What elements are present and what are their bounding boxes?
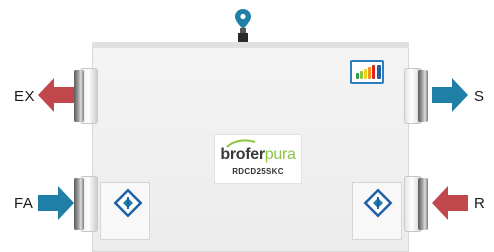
unit-top-edge (92, 42, 409, 48)
label-fa: FA (14, 195, 34, 212)
energy-label-icon (350, 60, 384, 84)
filter-icon (113, 188, 143, 218)
location-pin-icon (235, 9, 251, 29)
label-s: S (474, 88, 485, 105)
return-arrow (432, 186, 468, 220)
ex-duct-collar (74, 70, 84, 122)
brand-name-light: pura (264, 146, 296, 163)
filter-icon (363, 188, 393, 218)
fa-duct-collar (74, 178, 84, 230)
label-r: R (474, 195, 486, 212)
brand-logo: broferpura (214, 147, 302, 163)
r-duct-collar (418, 178, 428, 230)
fresh-air-arrow (38, 186, 74, 220)
supply-arrow (432, 78, 468, 112)
label-ex: EX (14, 88, 36, 105)
s-duct-collar (418, 70, 428, 122)
exhaust-arrow (38, 78, 74, 112)
brand-name-dark: brofer (220, 146, 265, 163)
model-number: RDCD25SKC (232, 167, 284, 176)
